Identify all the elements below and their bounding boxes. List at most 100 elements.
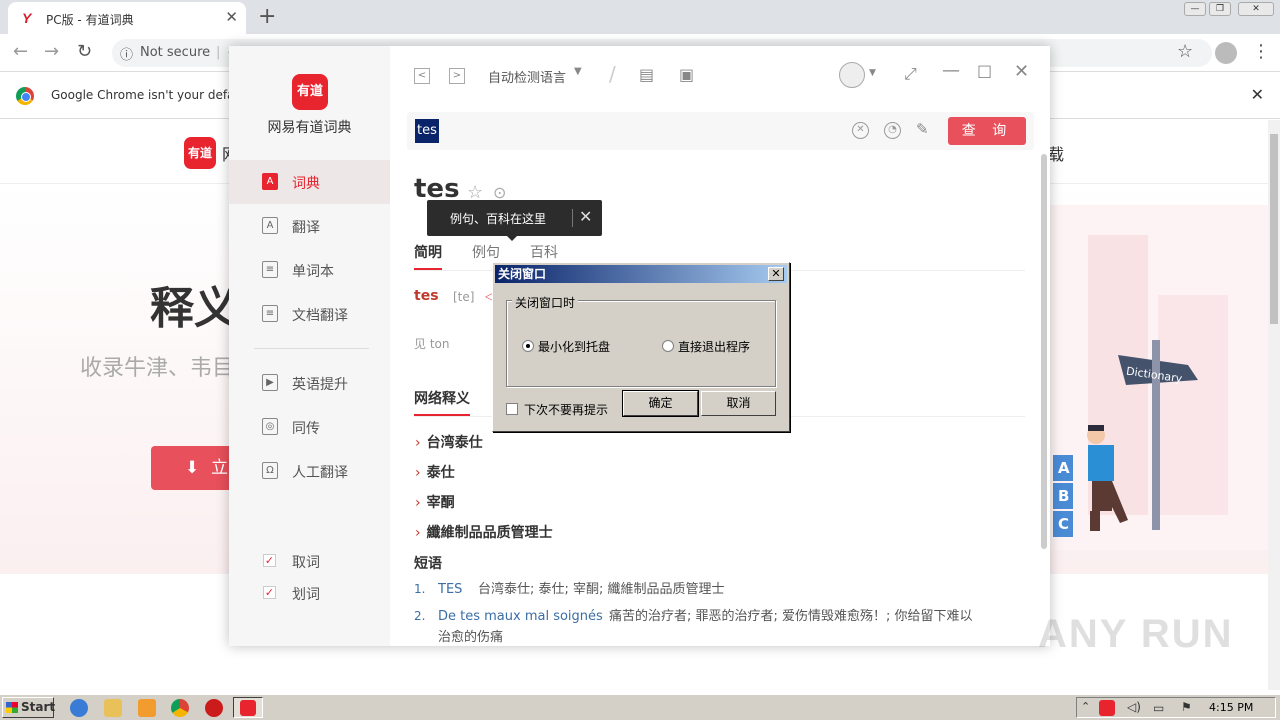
sidebar-item-interpret[interactable]: ◎ 同传: [229, 405, 390, 449]
chrome-tab-bar: Y PC版 - 有道词典 ✕ + — ❐ ✕: [0, 0, 1280, 34]
list-item[interactable]: › 宰酮: [415, 492, 455, 512]
close-window-dialog: 关闭窗口 ✕ 关闭窗口时 最小化到托盘 直接退出程序 下次不要再提示 确定 取消: [492, 262, 790, 432]
search-input[interactable]: tes: [415, 119, 439, 143]
taskbar-clock: 4:15 PM: [1209, 701, 1254, 714]
forward-icon[interactable]: →: [44, 41, 59, 62]
chevron-down-icon[interactable]: ▼: [869, 68, 876, 78]
hero-subtitle: 收录牛津、韦目: [80, 356, 235, 381]
phrase-link[interactable]: TES: [438, 579, 462, 600]
web-logo[interactable]: 有道: [184, 137, 216, 169]
select-word-toggle[interactable]: ✓ 划词: [263, 583, 383, 603]
network-icon[interactable]: ▭: [1153, 701, 1164, 715]
media-player-icon[interactable]: [138, 699, 156, 717]
tab-title: PC版 - 有道词典: [46, 13, 134, 27]
screenshot-icon[interactable]: ▣: [679, 65, 694, 84]
tab-close-icon[interactable]: ✕: [225, 8, 238, 26]
language-select[interactable]: 自动检测语言: [488, 67, 566, 86]
chevron-right-icon: ›: [415, 495, 421, 511]
chrome-menu-icon[interactable]: ⋮: [1252, 41, 1270, 62]
volume-icon[interactable]: ◁): [1127, 700, 1141, 714]
window-close-icon[interactable]: ✕: [1238, 2, 1274, 16]
tooltip-close-icon[interactable]: ✕: [579, 207, 592, 226]
tab-examples[interactable]: 例句: [472, 242, 500, 262]
browser-tab[interactable]: Y PC版 - 有道词典 ✕: [8, 2, 246, 34]
sidebar-item-dictionary[interactable]: A 词典: [229, 160, 390, 204]
tab-encyclopedia[interactable]: 百科: [530, 242, 558, 262]
tray-expand-icon[interactable]: ⌃: [1081, 700, 1090, 713]
cancel-button[interactable]: 取消: [701, 391, 776, 416]
document-icon: ≡: [262, 305, 278, 322]
app-scrollbar[interactable]: [1041, 154, 1047, 549]
list-item[interactable]: › 泰仕: [415, 462, 455, 482]
sidebar-item-label: 词典: [292, 176, 320, 192]
sidebar-item-label: 英语提升: [292, 377, 348, 393]
list-item[interactable]: › 纖維制品品质管理士: [415, 522, 553, 542]
folder-icon[interactable]: [104, 699, 122, 717]
new-tab-icon[interactable]: +: [258, 4, 276, 29]
dialog-close-icon[interactable]: ✕: [768, 267, 784, 281]
flag-icon[interactable]: ⚑: [1181, 700, 1192, 714]
mini-mode-icon[interactable]: ⤢: [904, 64, 917, 84]
see-also: 见 ton: [414, 337, 450, 351]
page-scrollbar[interactable]: [1268, 120, 1280, 690]
letter-c: C: [1058, 515, 1069, 533]
chevron-right-icon: ›: [415, 435, 421, 451]
nav-back-icon[interactable]: <: [414, 68, 430, 84]
sidebar-item-document-translate[interactable]: ≡ 文档翻译: [229, 292, 390, 336]
sidebar-item-english-improve[interactable]: ▶ 英语提升: [229, 361, 390, 405]
sidebar-item-human-translate[interactable]: Ω 人工翻译: [229, 449, 390, 493]
opera-icon[interactable]: [205, 699, 223, 717]
start-button[interactable]: Start: [2, 697, 55, 718]
app-close-icon[interactable]: ✕: [1014, 61, 1029, 82]
dialog-group-label: 关闭窗口时: [512, 294, 579, 311]
chevron-down-icon[interactable]: ▼: [574, 66, 582, 77]
checkbox-icon[interactable]: [506, 403, 518, 415]
edit-icon[interactable]: ✎: [916, 120, 929, 138]
sidebar-item-translate[interactable]: A 翻译: [229, 204, 390, 248]
sidebar-item-label: 同传: [292, 421, 320, 437]
dictionary-icon: A: [262, 173, 278, 190]
window-restore-icon[interactable]: ❐: [1209, 2, 1231, 16]
search-button[interactable]: 查 询: [948, 117, 1026, 145]
check-icon[interactable]: ✓: [263, 554, 276, 567]
download-icon: ⬇: [185, 458, 200, 478]
hero-download-button[interactable]: ⬇ 立: [151, 446, 241, 490]
info-icon[interactable]: ⓘ: [120, 44, 133, 63]
check-icon[interactable]: ✓: [263, 586, 276, 599]
user-avatar-icon[interactable]: [839, 62, 865, 88]
sidebar-item-wordbook[interactable]: ≡ 单词本: [229, 248, 390, 292]
youdao-taskbar-button[interactable]: [233, 697, 263, 718]
youdao-tray-icon[interactable]: [1099, 700, 1115, 716]
capture-word-toggle[interactable]: ✓ 取词: [263, 551, 383, 571]
clear-icon[interactable]: ✕: [852, 122, 869, 139]
video-icon: ▶: [262, 374, 278, 391]
nav-forward-icon[interactable]: >: [449, 68, 465, 84]
tab-brief[interactable]: 简明: [414, 242, 442, 270]
ok-button[interactable]: 确定: [623, 391, 698, 416]
chrome-taskbar-icon[interactable]: [171, 699, 189, 717]
phrases-title: 短语: [414, 556, 442, 572]
phrase-translation-cont: 治愈的伤痛: [438, 630, 504, 645]
radio-icon[interactable]: [522, 340, 534, 352]
reload-icon[interactable]: ↻: [77, 41, 92, 62]
list-item[interactable]: › 台湾泰仕: [415, 432, 483, 452]
chevron-right-icon: ›: [415, 465, 421, 481]
definition-text: 泰仕: [426, 465, 455, 481]
page-scrollbar-thumb[interactable]: [1270, 134, 1278, 324]
window-minimize-icon[interactable]: —: [1184, 2, 1206, 16]
app-minimize-icon[interactable]: —: [942, 60, 960, 81]
phrase-link[interactable]: De tes maux mal soignés: [438, 606, 603, 627]
search-bar[interactable]: tes ✕ ◔ ✎ 查 询: [407, 112, 1034, 150]
capture-word-label: 取词: [292, 555, 320, 571]
web-download-link[interactable]: 载: [1048, 141, 1064, 165]
dialog-title: 关闭窗口 ✕: [495, 265, 787, 283]
infobar-close-icon[interactable]: ✕: [1251, 85, 1264, 104]
bookmark-star-icon[interactable]: ☆: [1177, 41, 1193, 62]
back-icon[interactable]: ←: [13, 41, 28, 62]
radio-icon[interactable]: [662, 340, 674, 352]
ie-icon[interactable]: [70, 699, 88, 717]
notebook-icon[interactable]: ▤: [639, 65, 654, 84]
app-maximize-icon[interactable]: ☐: [977, 63, 992, 83]
profile-avatar-icon[interactable]: [1215, 42, 1237, 64]
history-icon[interactable]: ◔: [884, 122, 901, 139]
